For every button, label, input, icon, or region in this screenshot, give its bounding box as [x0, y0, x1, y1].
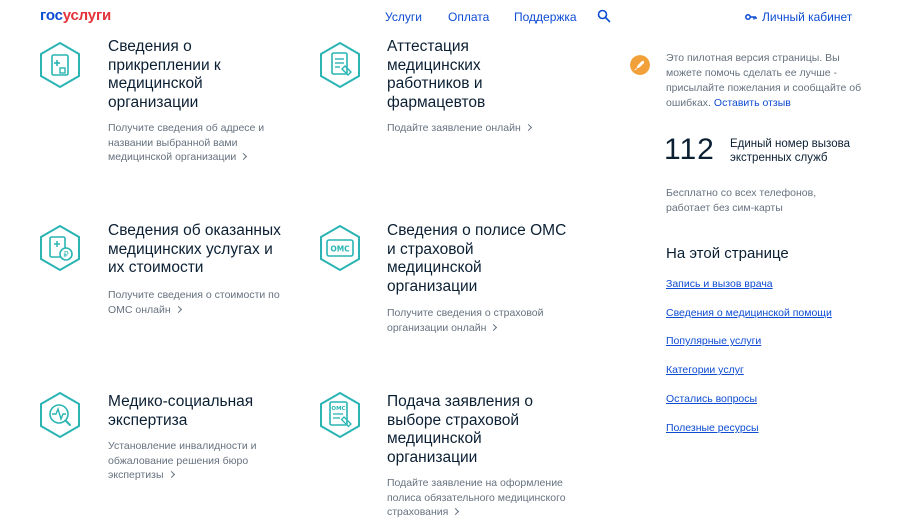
gosuslugi-logo[interactable]: госуслуги — [40, 7, 111, 24]
key-icon — [745, 14, 757, 20]
toc-link-medical-care-info[interactable]: Сведения о медицинской помощи — [666, 307, 832, 319]
chevron-right-icon — [174, 305, 182, 313]
header: госуслуги Услуги Оплата Поддержка Личный… — [0, 0, 900, 34]
nav-services-link[interactable]: Услуги — [385, 10, 422, 24]
toc-link-service-categories[interactable]: Категории услуг — [666, 364, 744, 376]
card-desc-services-cost[interactable]: Получите сведения о стоимости по ОМС онл… — [108, 288, 288, 317]
chevron-right-icon — [452, 507, 460, 516]
toc-link-doctor-appointment[interactable]: Запись и вызов врача — [666, 278, 773, 290]
card-desc-attachment[interactable]: Получите сведения об адресе и названии в… — [108, 121, 273, 165]
toc-link-useful-resources[interactable]: Полезные ресурсы — [666, 422, 759, 434]
card-desc-attestation[interactable]: Подайте заявление онлайн — [387, 121, 557, 136]
personal-account-link[interactable]: Личный кабинет — [745, 10, 852, 24]
chevron-right-icon — [490, 323, 498, 331]
emergency-number-label: Единый номер вызова экстренных служб — [730, 138, 850, 164]
oms-application-icon: ОМС — [320, 391, 360, 439]
card-title-services-cost[interactable]: Сведения об оказанных медицинских услуга… — [108, 222, 288, 278]
search-icon[interactable] — [597, 9, 611, 23]
card-title-attachment[interactable]: Сведения о прикреплении к медицинской ор… — [108, 38, 258, 112]
pilot-rocket-icon — [630, 55, 650, 75]
nav-payment-link[interactable]: Оплата — [448, 10, 489, 24]
toc-link-questions[interactable]: Остались вопросы — [666, 393, 757, 405]
card-title-oms-application[interactable]: Подача заявления о выборе страховой меди… — [387, 393, 552, 467]
svg-text:ОМС: ОМС — [331, 406, 345, 412]
hospital-document-icon — [40, 41, 80, 89]
leave-feedback-link[interactable]: Оставить отзыв — [714, 97, 791, 109]
chevron-right-icon — [524, 123, 532, 132]
expertise-icon — [40, 391, 80, 439]
emergency-number: 112 — [664, 133, 715, 166]
pilot-notice: Это пилотная версия страницы. Вы можете … — [666, 52, 862, 109]
card-desc-oms-application[interactable]: Подайте заявление на оформление полиса о… — [387, 476, 572, 520]
oms-card-icon: ОМС — [320, 224, 360, 272]
medical-cost-icon: ₽ — [40, 224, 80, 272]
svg-text:₽: ₽ — [63, 250, 68, 259]
card-title-oms-policy[interactable]: Сведения о полисе ОМС и страховой медици… — [387, 222, 572, 296]
chevron-right-icon — [167, 470, 175, 479]
svg-text:ОМС: ОМС — [330, 245, 350, 254]
chevron-right-icon — [240, 152, 248, 161]
card-title-attestation[interactable]: Аттестация медицинских работников и фарм… — [387, 38, 527, 112]
certificate-icon — [320, 41, 360, 89]
emergency-number-note: Бесплатно со всех телефонов, работает бе… — [666, 187, 817, 214]
on-this-page-heading: На этой странице — [666, 245, 789, 262]
nav-support-link[interactable]: Поддержка — [514, 10, 577, 24]
card-desc-expertise[interactable]: Установление инвалидности и обжалование … — [108, 439, 273, 483]
toc-link-popular-services[interactable]: Популярные услуги — [666, 335, 761, 347]
card-title-expertise[interactable]: Медико-социальная экспертиза — [108, 393, 278, 430]
card-desc-oms-policy[interactable]: Получите сведения о страховой организаци… — [387, 306, 562, 335]
